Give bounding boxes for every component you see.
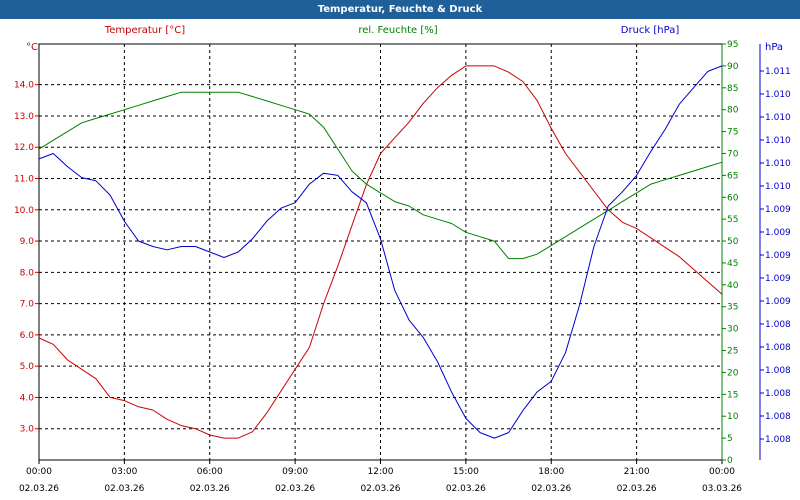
temp-tick-label: 12.0 — [14, 143, 34, 153]
x-tick-date: 02.03.26 — [617, 484, 657, 494]
temp-unit: °C — [26, 42, 38, 53]
x-tick-time: 18:00 — [538, 467, 564, 477]
x-tick-time: 12:00 — [368, 467, 394, 477]
x-tick-time: 09:00 — [282, 467, 308, 477]
hum-tick-label: 50 — [727, 237, 739, 247]
x-tick-time: 00:00 — [709, 467, 735, 477]
hum-tick-label: 55 — [727, 215, 738, 225]
hum-tick-label: 70 — [727, 149, 739, 159]
temp-tick-label: 3.0 — [20, 425, 35, 435]
hum-tick-label: 30 — [727, 325, 739, 335]
press-unit: hPa — [765, 42, 783, 53]
press-tick-label: 1.010 — [765, 136, 791, 146]
press-tick-label: 1.010 — [765, 159, 791, 169]
hum-tick-label: 85 — [727, 84, 738, 94]
press-tick-label: 1.008 — [765, 412, 791, 422]
hum-tick-label: 60 — [727, 193, 739, 203]
x-tick-time: 21:00 — [624, 467, 650, 477]
x-tick-date: 02.03.26 — [360, 484, 400, 494]
x-tick-date: 02.03.26 — [190, 484, 230, 494]
hum-tick-label: 95 — [727, 40, 738, 50]
temp-tick-label: 4.0 — [20, 393, 35, 403]
press-axis-label: Druck [hPa] — [621, 25, 680, 36]
x-tick-time: 06:00 — [197, 467, 223, 477]
temp-tick-label: 5.0 — [20, 362, 35, 372]
x-tick-time: 00:00 — [26, 467, 52, 477]
temp-tick-label: 6.0 — [20, 331, 35, 341]
hum-tick-label: 0 — [727, 456, 733, 466]
x-tick-date: 02.03.26 — [19, 484, 59, 494]
x-tick-time: 03:00 — [111, 467, 137, 477]
hum-tick-label: 10 — [727, 412, 739, 422]
x-tick-time: 15:00 — [453, 467, 479, 477]
temp-tick-label: 9.0 — [20, 237, 35, 247]
x-tick-date: 03.03.26 — [702, 484, 742, 494]
hum-tick-label: 75 — [727, 128, 738, 138]
hum-tick-label: 65 — [727, 171, 738, 181]
hum-tick-label: 90 — [727, 62, 739, 72]
press-tick-label: 1.010 — [765, 113, 791, 123]
press-tick-label: 1.008 — [765, 389, 791, 399]
hum-tick-label: 25 — [727, 347, 738, 357]
chart-title: Temperatur, Feuchte & Druck — [0, 0, 800, 19]
x-tick-date: 02.03.26 — [275, 484, 315, 494]
x-tick-date: 02.03.26 — [104, 484, 144, 494]
temp-tick-label: 7.0 — [20, 300, 35, 310]
press-tick-label: 1.008 — [765, 320, 791, 330]
press-tick-label: 1.010 — [765, 90, 791, 100]
temp-tick-label: 14.0 — [14, 81, 34, 91]
temp-axis-label: Temperatur [°C] — [104, 25, 185, 36]
press-tick-label: 1.009 — [765, 205, 791, 215]
hum-tick-label: 80 — [727, 106, 739, 116]
x-tick-date: 02.03.26 — [446, 484, 486, 494]
hum-tick-label: 5 — [727, 434, 733, 444]
chart-area: 00:00 02.03.26 03:00 02.03.26 06:00 02.03.26 0… — [14, 25, 791, 494]
press-tick-label: 1.008 — [765, 343, 791, 353]
hum-tick-label: 15 — [727, 390, 738, 400]
press-tick-label: 1.009 — [765, 228, 791, 238]
press-tick-label: 1.011 — [765, 67, 791, 77]
temp-tick-label: 10.0 — [14, 206, 34, 216]
press-tick-label: 1.010 — [765, 182, 791, 192]
hum-tick-label: 35 — [727, 303, 738, 313]
x-tick-date: 02.03.26 — [531, 484, 571, 494]
press-tick-label: 1.009 — [765, 251, 791, 261]
hum-tick-label: 45 — [727, 259, 738, 269]
temp-tick-label: 13.0 — [14, 112, 34, 122]
temp-tick-label: 11.0 — [14, 174, 34, 184]
press-tick-label: 1.008 — [765, 366, 791, 376]
press-tick-label: 1.009 — [765, 274, 791, 284]
hum-tick-label: 20 — [727, 368, 739, 378]
hum-tick-label: 40 — [727, 281, 739, 291]
press-tick-label: 1.008 — [765, 435, 791, 445]
temp-tick-label: 8.0 — [20, 268, 35, 278]
press-tick-label: 1.009 — [765, 297, 791, 307]
hum-axis-label: rel. Feuchte [%] — [358, 25, 437, 36]
